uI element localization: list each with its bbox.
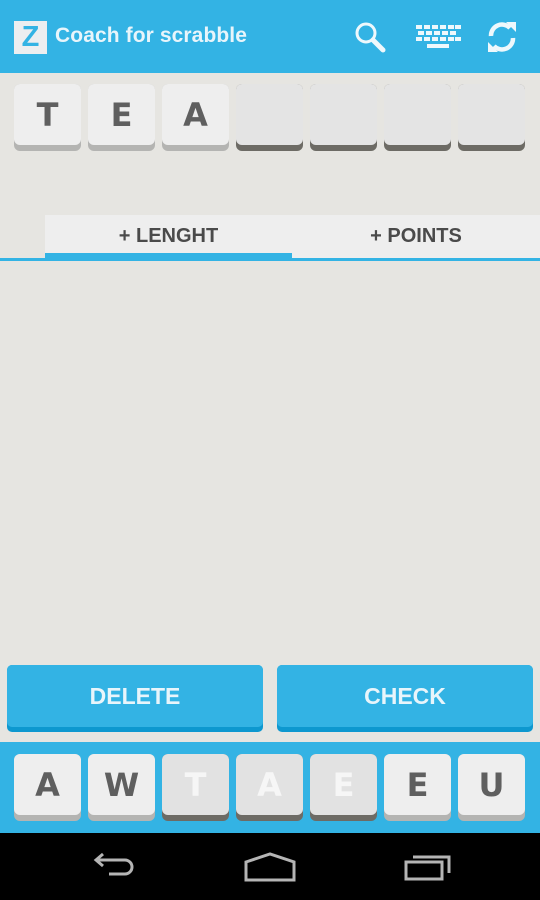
recent-apps-icon (404, 855, 451, 881)
tile-letter (310, 84, 377, 145)
word-tile-empty[interactable] (310, 84, 377, 151)
navigation-bar (0, 833, 540, 900)
word-tile-empty[interactable] (236, 84, 303, 151)
tile-letter (458, 84, 525, 145)
keyboard-button[interactable] (414, 18, 462, 56)
word-tile[interactable]: A (162, 84, 229, 151)
refresh-button[interactable] (484, 18, 520, 56)
tile-letter: E (310, 754, 377, 815)
delete-button[interactable]: DELETE (7, 665, 263, 732)
word-tile-empty[interactable] (384, 84, 451, 151)
back-button[interactable] (82, 847, 142, 887)
rack-tile-used[interactable]: E (310, 754, 377, 821)
check-button-label: CHECK (277, 665, 533, 727)
tile-letter (384, 84, 451, 145)
keyboard-icon (416, 25, 461, 48)
tile-letter: A (14, 754, 81, 815)
home-icon (244, 852, 296, 882)
search-button[interactable] (352, 18, 388, 56)
tile-letter: W (88, 754, 155, 815)
rack-tile-used[interactable]: T (162, 754, 229, 821)
check-button[interactable]: CHECK (277, 665, 533, 732)
tab-points[interactable]: + POINTS (292, 215, 540, 258)
word-tile-empty[interactable] (458, 84, 525, 151)
home-button[interactable] (240, 847, 300, 887)
tab-selected-indicator (45, 253, 292, 260)
rack-tile[interactable]: W (88, 754, 155, 821)
refresh-icon (488, 22, 516, 52)
back-icon (93, 852, 134, 876)
tile-letter: A (162, 84, 229, 145)
app-title: Coach for scrabble (55, 24, 248, 47)
tile-letter: T (14, 84, 81, 145)
results-list[interactable] (0, 261, 540, 661)
tile-letter: E (88, 84, 155, 145)
action-bar: Z Coach for scrabble (0, 0, 540, 73)
delete-button-label: DELETE (7, 665, 263, 727)
app-logo-letter: Z (21, 21, 40, 53)
search-icon (355, 22, 386, 53)
tile-letter (236, 84, 303, 145)
rack-tile[interactable]: U (458, 754, 525, 821)
tile-letter: T (162, 754, 229, 815)
rack-tile[interactable]: A (14, 754, 81, 821)
sort-tabs: + LENGHT + POINTS (45, 215, 540, 258)
rack-tiles: A W T A E E U (14, 754, 525, 821)
app-logo[interactable]: Z (14, 21, 47, 54)
tile-letter: E (384, 754, 451, 815)
rack-tile-used[interactable]: A (236, 754, 303, 821)
rack-tile[interactable]: E (384, 754, 451, 821)
tile-letter: A (236, 754, 303, 815)
word-tiles: T E A (14, 84, 525, 151)
word-tile[interactable]: T (14, 84, 81, 151)
tab-length[interactable]: + LENGHT (45, 215, 292, 258)
tile-letter: U (458, 754, 525, 815)
recent-apps-button[interactable] (398, 847, 458, 887)
word-tile[interactable]: E (88, 84, 155, 151)
